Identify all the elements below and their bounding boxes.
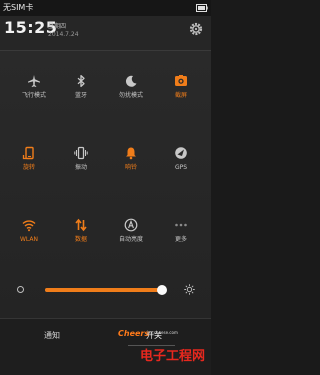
toggle-wlan[interactable]: WLAN (3, 218, 55, 256)
toggle-vibrate[interactable]: 振动 (55, 146, 107, 184)
header-divider (0, 50, 211, 51)
airplane-icon (28, 75, 40, 87)
vibrate-icon (74, 146, 88, 160)
brightness-high-icon (184, 284, 195, 295)
carrier-label: 无SIM卡 (3, 3, 34, 12)
gps-icon (175, 147, 187, 159)
bell-icon (126, 147, 136, 160)
rotate-icon (22, 146, 34, 160)
brightness-knob[interactable] (157, 285, 168, 295)
watermark-url: jxs.cheese.com (147, 330, 178, 335)
toggle-label: 更多 (174, 236, 187, 243)
brightness-fill (45, 288, 163, 292)
brightness-control (0, 280, 211, 300)
tab-notifications[interactable]: 通知 (44, 329, 60, 343)
toggle-ring[interactable]: 响铃 (105, 146, 157, 184)
toggle-bluetooth[interactable]: 蓝牙 (55, 74, 107, 112)
toggle-label: 蓝牙 (74, 92, 87, 99)
more-icon (175, 223, 187, 227)
weekday-label: 星期四 (48, 23, 67, 30)
watermark: Cheers jxs.cheese.com 电子工程网 (118, 329, 211, 375)
toggle-gps[interactable]: GPS (155, 146, 207, 184)
brightness-slider[interactable] (45, 285, 168, 295)
watermark-title: 电子工程网 (140, 349, 206, 364)
toggle-label: 飞行模式 (21, 92, 46, 99)
date-label: 2014.7.24 (48, 31, 79, 38)
toggle-label: 自动亮度 (118, 236, 143, 243)
toggle-more[interactable]: 更多 (155, 218, 207, 256)
toggle-label: 勿扰模式 (118, 92, 143, 99)
toggle-label: 数据 (74, 236, 87, 243)
header: 15:25 星期四 2014.7.24 (0, 16, 211, 50)
toggle-label: 响铃 (124, 164, 137, 171)
toggle-rotate[interactable]: 旋转 (3, 146, 55, 184)
screenshot-icon (175, 75, 187, 86)
wifi-icon (22, 220, 36, 232)
moon-icon (125, 75, 137, 87)
toggle-label: 振动 (74, 164, 87, 171)
brightness-low-icon (17, 286, 24, 293)
auto-brightness-icon (124, 218, 138, 232)
bluetooth-icon (77, 74, 85, 88)
toggle-screenshot[interactable]: 截屏 (155, 74, 207, 112)
notification-shade: 无SIM卡 15:25 星期四 2014.7.24 飞行模式 蓝牙 勿扰模式 截… (0, 0, 211, 375)
toggle-do-not-disturb[interactable]: 勿扰模式 (105, 74, 157, 112)
status-bar: 无SIM卡 (0, 0, 211, 16)
data-icon (75, 218, 87, 232)
toggle-airplane-mode[interactable]: 飞行模式 (8, 74, 60, 112)
toggle-auto-brightness[interactable]: 自动亮度 (105, 218, 157, 256)
toggle-label: 旋转 (22, 164, 35, 171)
watermark-logo: Cheers (118, 329, 150, 338)
settings-gear-icon[interactable] (189, 22, 203, 36)
toggle-label: 截屏 (174, 92, 187, 99)
battery-icon (196, 4, 208, 12)
toggle-label: GPS (174, 164, 188, 171)
toggle-label: WLAN (19, 236, 38, 243)
toggle-mobile-data[interactable]: 数据 (55, 218, 107, 256)
